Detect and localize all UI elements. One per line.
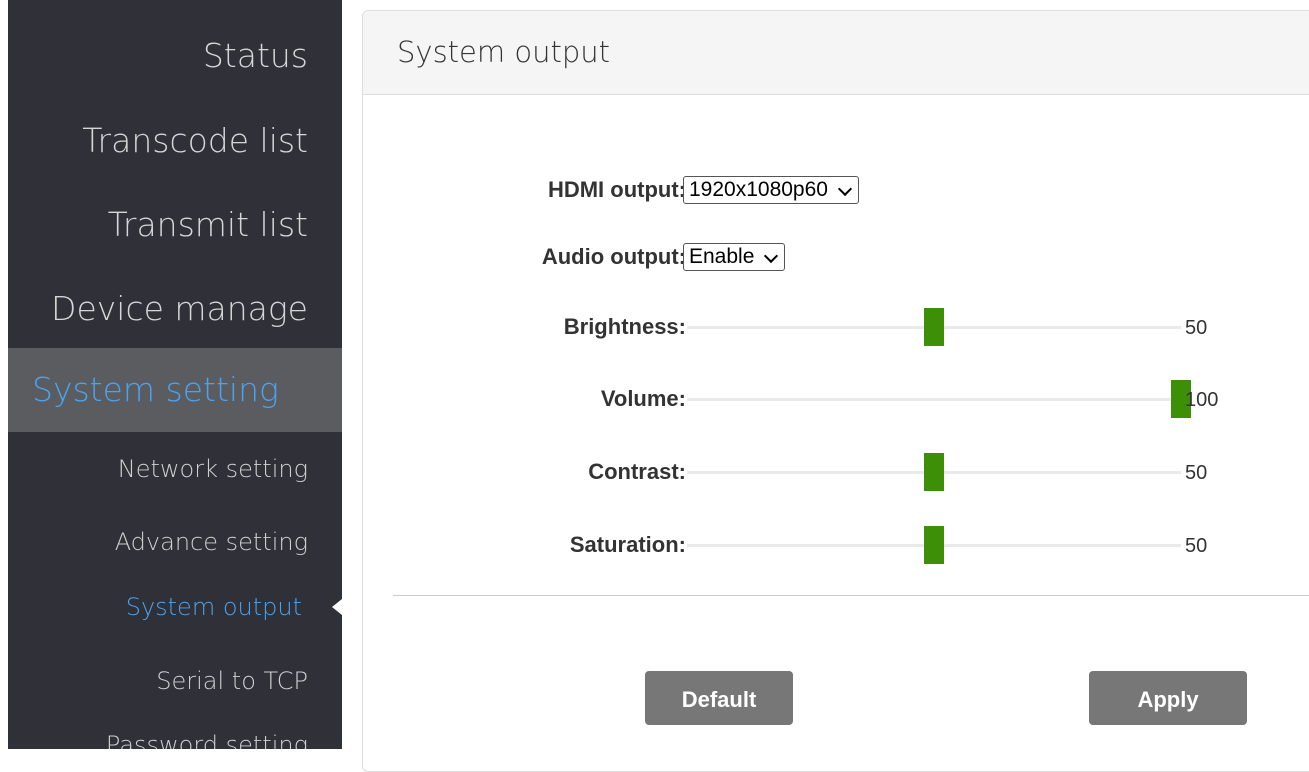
contrast-row: Contrast: 50 xyxy=(363,452,1309,492)
nav-system-output-label: System output xyxy=(125,593,302,621)
audio-output-select[interactable]: Enable xyxy=(683,243,786,271)
chevron-down-icon xyxy=(764,248,779,264)
apply-button[interactable]: Apply xyxy=(1089,671,1247,725)
volume-label: Volume: xyxy=(600,386,686,411)
hdmi-output-value: 1920x1080p60 xyxy=(689,178,828,201)
brightness-slider-thumb[interactable] xyxy=(924,308,944,346)
chevron-down-icon xyxy=(837,181,853,197)
saturation-value: 50 xyxy=(1185,535,1208,557)
audio-output-value: Enable xyxy=(689,245,755,268)
brightness-slider[interactable] xyxy=(687,308,1181,346)
nav-system-output[interactable]: System output xyxy=(8,587,342,627)
brightness-label: Brightness: xyxy=(563,314,686,339)
saturation-slider-thumb[interactable] xyxy=(924,526,944,564)
hdmi-output-row: HDMI output: 1920x1080p60 xyxy=(363,170,1309,210)
sidebar: Status Transcode list Transmit list Devi… xyxy=(8,0,342,749)
volume-slider[interactable] xyxy=(687,380,1191,418)
nav-transcode-list[interactable]: Transcode list xyxy=(8,112,342,170)
saturation-slider[interactable] xyxy=(687,526,1181,564)
brightness-value: 50 xyxy=(1185,317,1208,339)
saturation-row: Saturation: 50 xyxy=(363,525,1309,565)
default-button[interactable]: Default xyxy=(645,671,793,725)
active-indicator-arrow-icon xyxy=(332,599,342,615)
volume-value: 100 xyxy=(1185,389,1219,411)
contrast-slider[interactable] xyxy=(687,453,1181,491)
hdmi-output-select[interactable]: 1920x1080p60 xyxy=(683,176,859,204)
contrast-label: Contrast: xyxy=(588,459,686,484)
saturation-label: Saturation: xyxy=(569,532,686,557)
nav-network-setting[interactable]: Network setting xyxy=(8,449,342,489)
nav-transmit-list[interactable]: Transmit list xyxy=(8,196,342,254)
nav-system-setting[interactable]: System setting xyxy=(8,348,342,432)
panel-header: System output xyxy=(363,11,1309,95)
nav-serial-to-tcp[interactable]: Serial to TCP xyxy=(8,661,342,701)
panel-title: System output xyxy=(397,35,611,69)
nav-device-manage[interactable]: Device manage xyxy=(8,280,342,338)
contrast-value: 50 xyxy=(1185,462,1208,484)
hdmi-output-label: HDMI output: xyxy=(547,177,686,202)
volume-row: Volume: 100 xyxy=(363,379,1309,419)
nav-password-setting[interactable]: Password setting xyxy=(8,725,342,749)
nav-status[interactable]: Status xyxy=(8,27,342,85)
audio-output-row: Audio output: Enable xyxy=(363,237,1309,277)
system-output-panel: System output HDMI output: 1920x1080p60 … xyxy=(362,10,1309,772)
divider xyxy=(393,595,1309,596)
nav-advance-setting[interactable]: Advance setting xyxy=(8,522,342,562)
brightness-row: Brightness: 50 xyxy=(363,307,1309,347)
contrast-slider-thumb[interactable] xyxy=(924,453,944,491)
audio-output-label: Audio output: xyxy=(541,244,686,269)
